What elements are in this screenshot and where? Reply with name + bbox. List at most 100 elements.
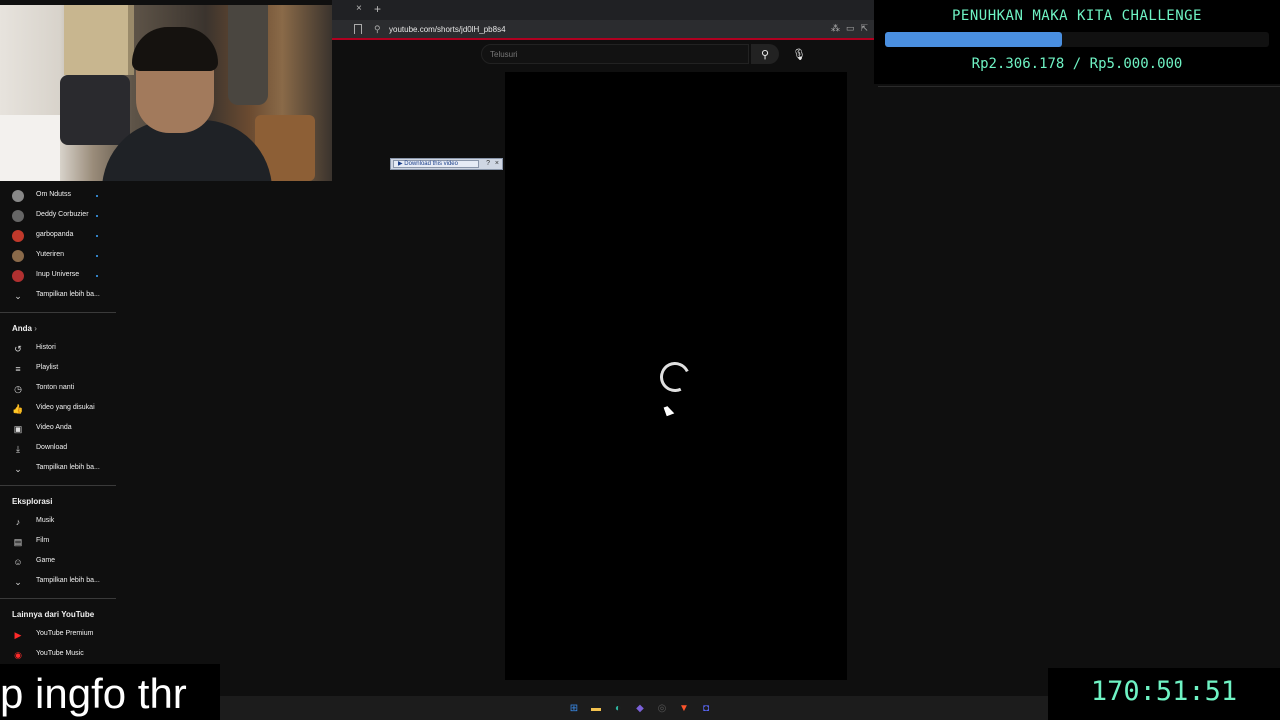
obs-icon[interactable]: ◎: [654, 700, 670, 716]
music-icon: ♪: [15, 517, 21, 527]
divider: [0, 312, 116, 313]
thumbs-up-icon: 👍: [12, 403, 24, 414]
more-from-youtube-item[interactable]: ▶ YouTube Premium: [0, 625, 120, 645]
gamepad-icon: ☺: [13, 557, 23, 567]
you-item[interactable]: ◷ Tonton nanti: [0, 379, 120, 399]
subscription-label: garbopanda: [36, 231, 74, 238]
show-more-explore[interactable]: ⌄ Tampilkan lebih ba...: [0, 572, 120, 592]
subscription-item[interactable]: Om Ndutss: [0, 186, 120, 206]
tab-strip: × +: [332, 0, 880, 20]
new-content-dot: [96, 215, 98, 217]
timer-text: 170:51:51: [1090, 676, 1238, 707]
screen: × + ⚲ youtube.com/shorts/jd0lH_pb8s4 ⁂▭⇱…: [0, 0, 1280, 720]
you-item[interactable]: 👍 Video yang disukai: [0, 399, 120, 419]
explore-heading-label: Eksplorasi: [12, 497, 53, 506]
tab-close-button[interactable]: ×: [356, 3, 362, 14]
playlist-icon: ≡: [15, 364, 21, 374]
subscription-label: Yuteriren: [36, 251, 65, 258]
file-explorer-icon[interactable]: ▬: [588, 700, 604, 716]
download-icon: ⤓: [16, 443, 20, 454]
show-more-label: Tampilkan lebih ba...: [36, 464, 100, 471]
chevron-down-icon: ⌄: [14, 290, 22, 301]
subscription-item[interactable]: Deddy Corbuzier: [0, 206, 120, 226]
discord-icon[interactable]: ◘: [698, 700, 714, 716]
challenge-progress-bar: [885, 32, 1269, 47]
help-icon[interactable]: ?: [486, 160, 490, 167]
explore-item[interactable]: ▤ Film: [0, 532, 120, 552]
more-from-youtube-label: YouTube Music: [36, 650, 84, 657]
windows-start-icon[interactable]: ⊞: [566, 700, 582, 716]
you-item[interactable]: ≡ Playlist: [0, 359, 120, 379]
close-icon[interactable]: ×: [495, 160, 499, 167]
channel-avatar: [12, 230, 24, 242]
subscription-item[interactable]: Yuteriren: [0, 246, 120, 266]
you-item[interactable]: ↺ Histori: [0, 339, 120, 359]
toolbar-icons[interactable]: ⁂▭⇱: [831, 23, 874, 34]
you-label: Video Anda: [36, 424, 72, 431]
download-video-button[interactable]: ▶ Download this video: [393, 160, 479, 168]
subscription-label: Om Ndutss: [36, 191, 72, 198]
divider: [0, 598, 116, 599]
you-item[interactable]: ⤓ Download: [0, 439, 120, 459]
show-more-subscriptions[interactable]: ⌄ Tampilkan lebih ba...: [0, 286, 120, 306]
youtube-music-icon: ◉: [14, 649, 22, 660]
you-label: Video yang disukai: [36, 404, 95, 411]
mic-icon[interactable]: 🎙: [789, 44, 809, 64]
webcam-person-hair: [132, 27, 218, 71]
subscription-item[interactable]: garbopanda: [0, 226, 120, 246]
download-video-bar: ▶ Download this video ? ×: [390, 158, 503, 170]
explore-label: Film: [36, 537, 50, 544]
new-content-dot: [96, 255, 98, 257]
caption-box: p ingfo thr: [0, 664, 220, 720]
divider: [0, 485, 116, 486]
film-icon: ▤: [13, 536, 23, 547]
url-text[interactable]: youtube.com/shorts/jd0lH_pb8s4: [389, 25, 506, 34]
site-info-icon[interactable]: ⚲: [374, 24, 381, 35]
explore-label: Game: [36, 557, 56, 564]
you-item[interactable]: ▣ Video Anda: [0, 419, 120, 439]
channel-avatar: [12, 250, 24, 262]
challenge-title: PENUHKAN MAKA KITA CHALLENGE: [951, 8, 1202, 24]
explore-label: Musik: [36, 517, 55, 524]
clock-icon: ◷: [14, 383, 22, 394]
show-more-you[interactable]: ⌄ Tampilkan lebih ba...: [0, 459, 120, 479]
chevron-down-icon: ⌄: [14, 463, 22, 474]
search-input[interactable]: Telusuri: [481, 44, 749, 64]
new-content-dot: [96, 275, 98, 277]
challenge-amount: Rp2.306.178 / Rp5.000.000: [971, 56, 1183, 72]
chevron-right-icon: ›: [34, 324, 37, 333]
webcam-shelf: [0, 115, 60, 181]
more-heading-label: Lainnya dari YouTube: [12, 610, 95, 619]
history-icon: ↺: [14, 343, 22, 354]
webcam-chair: [60, 75, 130, 145]
channel-avatar: [12, 270, 24, 282]
more-from-youtube-item[interactable]: ◉ YouTube Music: [0, 645, 120, 665]
explore-item[interactable]: ☺ Game: [0, 552, 120, 572]
explore-item[interactable]: ♪ Musik: [0, 512, 120, 532]
youtube-premium-icon: ▶: [14, 629, 22, 640]
webcam-window: [64, 5, 134, 75]
subscription-item[interactable]: Inup Universe: [0, 266, 120, 286]
address-bar[interactable]: ⚲ youtube.com/shorts/jd0lH_pb8s4 ⁂▭⇱: [332, 20, 880, 40]
bookmark-icon[interactable]: [354, 24, 362, 34]
show-more-label: Tampilkan lebih ba...: [36, 291, 100, 298]
app-icon[interactable]: ◆: [632, 700, 648, 716]
taskbar: ⊞ ▬ ◐ ◆ ◎ ▼ ◘: [220, 696, 1050, 720]
you-label: Playlist: [36, 364, 59, 371]
edge-icon[interactable]: ◐: [610, 700, 626, 716]
challenge-overlay: PENUHKAN MAKA KITA CHALLENGE Rp2.306.178…: [874, 0, 1280, 84]
channel-avatar: [12, 210, 24, 222]
search-placeholder: Telusuri: [490, 50, 518, 59]
more-from-youtube-label: YouTube Premium: [36, 630, 94, 637]
explore-heading: Eksplorasi: [0, 492, 120, 512]
you-heading-label: Anda: [12, 324, 32, 333]
new-content-dot: [96, 195, 98, 197]
brave-icon[interactable]: ▼: [676, 700, 692, 716]
new-tab-button[interactable]: +: [374, 2, 381, 16]
search-icon[interactable]: ⚲: [751, 44, 779, 64]
you-heading[interactable]: Anda ›: [0, 319, 120, 339]
you-label: Tonton nanti: [36, 384, 75, 391]
you-label: Download: [36, 444, 68, 451]
caption-text: p ingfo thr: [0, 670, 187, 717]
stream-timer: 170:51:51: [1048, 668, 1280, 720]
